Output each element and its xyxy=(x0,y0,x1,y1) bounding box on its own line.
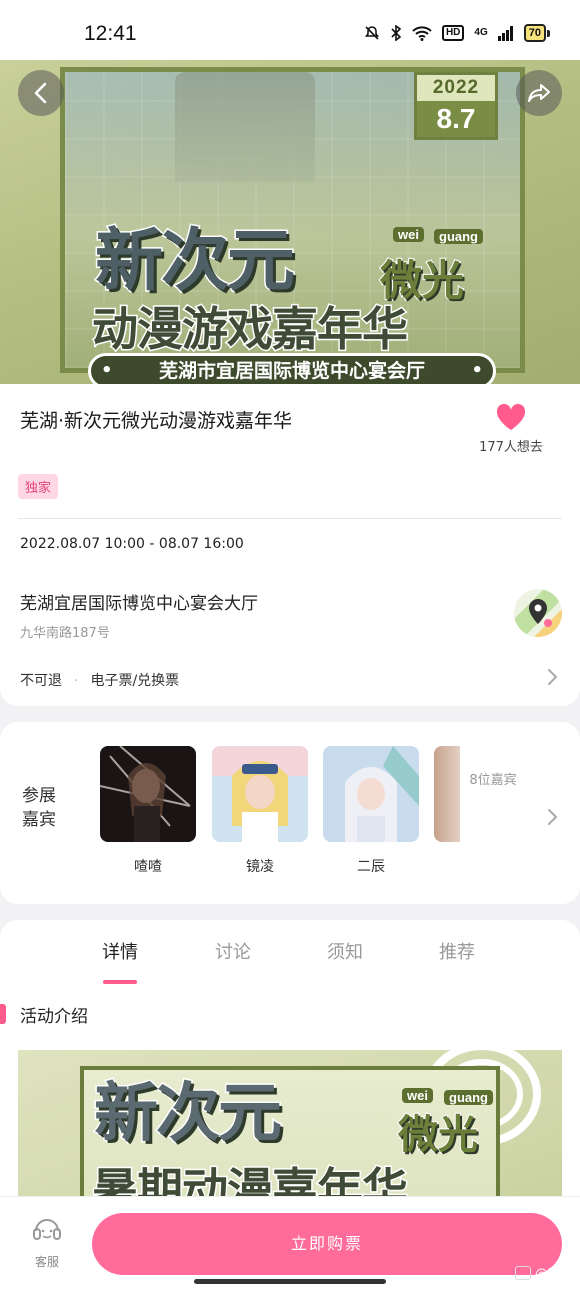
watermark: @芜湖 xyxy=(514,1263,574,1282)
hero-day: 8.7 xyxy=(417,101,495,137)
mute-bell-icon xyxy=(364,26,380,40)
venue-address: 九华南路187号 xyxy=(20,626,110,641)
active-tab-indicator xyxy=(103,980,137,984)
event-info-card: 芜湖·新次元微光动漫游戏嘉年华 177人想去 独家 2022.08.07 10:… xyxy=(0,384,580,706)
divider xyxy=(18,518,562,519)
ticket-policy[interactable]: 不可退 · 电子票/兑换票 xyxy=(20,670,179,690)
share-icon xyxy=(528,84,550,102)
tab-discussion[interactable]: 讨论 xyxy=(193,938,273,964)
venue-name[interactable]: 芜湖宜居国际博览中心宴会大厅 xyxy=(20,589,258,614)
signal-icon xyxy=(497,25,513,41)
tab-bar: 详情 讨论 须知 推荐 xyxy=(0,938,580,984)
share-button[interactable] xyxy=(516,70,562,116)
headset-icon xyxy=(33,1219,61,1240)
hero-title-line2: 动漫游戏嘉年华 xyxy=(91,301,410,358)
tab-notice[interactable]: 须知 xyxy=(305,938,385,964)
map-button[interactable] xyxy=(514,589,562,637)
guest-avatar-partial xyxy=(434,746,460,842)
guest-item[interactable]: 喳喳 xyxy=(100,746,196,876)
bluetooth-icon xyxy=(391,25,402,41)
guest-avatar xyxy=(323,746,419,842)
guest-avatar xyxy=(100,746,196,842)
hero-banner: 2022 8.7 新次元 wei guang 微光 动漫游戏嘉年华 芜湖市宜居国… xyxy=(0,57,580,384)
guests-card: 参展嘉宾 喳喳 镜凌 二辰 8位嘉宾 xyxy=(0,722,580,904)
network-type: 4G xyxy=(474,27,488,38)
tab-recommend[interactable]: 推荐 xyxy=(417,938,497,964)
customer-service-label: 客服 xyxy=(34,1255,59,1269)
battery-indicator: 70 xyxy=(523,24,550,42)
buy-ticket-button[interactable]: 立即购票 xyxy=(92,1213,562,1275)
guests-label: 参展嘉宾 xyxy=(22,786,56,830)
wifi-icon xyxy=(412,25,432,41)
guest-item[interactable]: 镜凌 xyxy=(212,746,308,876)
chevron-right-icon[interactable] xyxy=(546,668,558,686)
watermark-text: @芜湖 xyxy=(534,1267,574,1282)
heart-icon xyxy=(496,403,526,430)
guest-more-count[interactable]: 8位嘉宾 xyxy=(468,770,518,792)
guest-name: 喳喳 xyxy=(134,859,162,875)
intro-brand-pinyin-1: wei xyxy=(402,1088,433,1103)
home-indicator[interactable] xyxy=(194,1279,386,1284)
status-icons: HD 4G 70 xyxy=(364,24,550,42)
status-time: 12:41 xyxy=(84,22,137,45)
tab-details[interactable]: 详情 xyxy=(80,938,160,964)
section-accent-bar xyxy=(0,1004,6,1024)
back-button[interactable] xyxy=(18,70,64,116)
battery-tip xyxy=(547,29,550,37)
back-icon xyxy=(34,82,47,104)
customer-service-button[interactable]: 客服 xyxy=(22,1215,72,1270)
hero-brand-pinyin-1: wei xyxy=(393,227,424,242)
guest-item[interactable]: 二辰 xyxy=(323,746,419,876)
hd-badge: HD xyxy=(441,25,465,41)
event-time: 2022.08.07 10:00 - 08.07 16:00 xyxy=(20,536,244,552)
guest-name: 二辰 xyxy=(357,859,385,875)
want-count: 177人想去 xyxy=(479,440,543,455)
refund-policy: 不可退 xyxy=(20,673,62,689)
chevron-right-icon[interactable] xyxy=(546,808,558,826)
status-bar: 12:41 HD 4G 70 xyxy=(0,0,580,60)
watermark-logo xyxy=(514,1265,531,1280)
hero-brand-pinyin-2: guang xyxy=(434,229,483,244)
hero-venue-pill: 芜湖市宜居国际博览中心宴会厅 xyxy=(88,353,496,384)
hero-building-art xyxy=(175,72,315,182)
guest-name: 镜凌 xyxy=(246,859,274,875)
event-title: 芜湖·新次元微光动漫游戏嘉年华 xyxy=(20,410,293,432)
map-icon xyxy=(514,589,562,637)
section-title: 活动介绍 xyxy=(20,1007,88,1027)
want-to-go-button[interactable]: 177人想去 xyxy=(476,402,546,455)
battery-level: 70 xyxy=(523,24,546,42)
hero-year: 2022 xyxy=(432,77,480,98)
ticket-type: 电子票/兑换票 xyxy=(90,673,180,689)
intro-brand: 微光 xyxy=(397,1111,479,1159)
bottom-bar: 客服 立即购票 @芜湖 xyxy=(0,1196,580,1289)
guest-avatar xyxy=(212,746,308,842)
hero-title-line1: 新次元 xyxy=(93,221,296,303)
policy-separator: · xyxy=(74,673,79,689)
intro-title-line1: 新次元 xyxy=(93,1076,284,1153)
exclusive-tag: 独家 xyxy=(18,474,59,499)
hero-date-badge: 2022 8.7 xyxy=(414,72,498,140)
